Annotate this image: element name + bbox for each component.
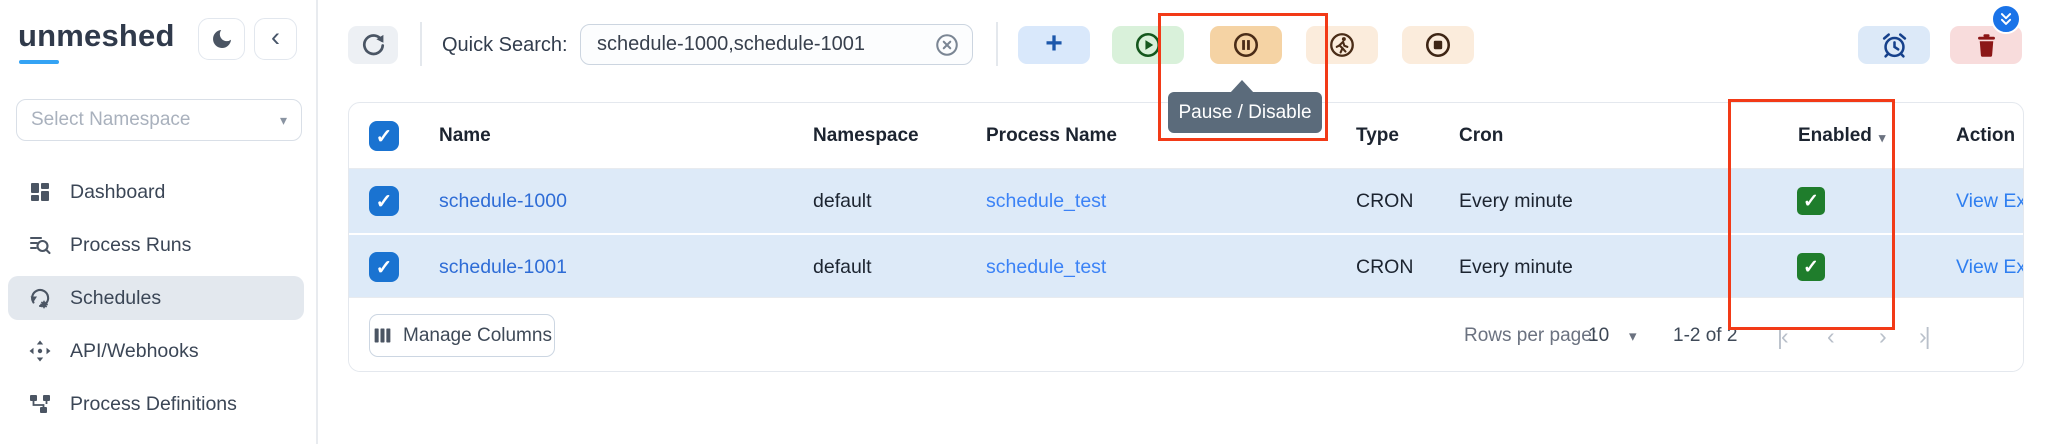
schedules-icon bbox=[28, 286, 52, 310]
row-checkbox[interactable]: ✓ bbox=[369, 235, 399, 299]
pagination-prev-icon[interactable]: ‹ bbox=[1827, 298, 1833, 372]
refresh-button[interactable] bbox=[348, 26, 398, 64]
namespace-placeholder: Select Namespace bbox=[31, 109, 280, 131]
check-icon: ✓ bbox=[376, 124, 393, 149]
create-schedule-button[interactable]: + bbox=[1018, 26, 1090, 64]
play-circle-icon bbox=[1134, 31, 1162, 59]
process-name-link[interactable]: schedule_test bbox=[986, 169, 1106, 233]
pause-disable-button[interactable] bbox=[1210, 26, 1282, 64]
tooltip-text: Pause / Disable bbox=[1178, 102, 1311, 124]
table-row[interactable]: ✓ schedule-1000 default schedule_test CR… bbox=[349, 169, 2023, 233]
row-checkbox[interactable]: ✓ bbox=[369, 169, 399, 233]
quick-search-input[interactable] bbox=[581, 33, 934, 56]
sidebar-item-process-runs[interactable]: Process Runs bbox=[8, 223, 304, 267]
enabled-checkbox[interactable]: ✓ bbox=[1797, 169, 1825, 233]
clear-circle-icon[interactable] bbox=[934, 32, 960, 58]
column-header-namespace[interactable]: Namespace bbox=[813, 103, 919, 169]
tooltip-arrow bbox=[1230, 80, 1254, 93]
sidebar: unmeshed ‹ Select Namespace ▾ Dashboard bbox=[0, 0, 318, 444]
select-all-checkbox[interactable]: ✓ bbox=[369, 103, 399, 169]
sidebar-item-label: Schedules bbox=[70, 287, 161, 310]
alarm-clock-icon bbox=[1880, 31, 1909, 60]
sidebar-item-api-webhooks[interactable]: API/Webhooks bbox=[8, 329, 304, 373]
process-definitions-icon bbox=[28, 392, 52, 416]
namespace-select[interactable]: Select Namespace ▾ bbox=[16, 99, 302, 141]
double-chevron-down-icon bbox=[1997, 10, 2015, 28]
scroll-notice-badge[interactable] bbox=[1991, 4, 2021, 34]
run-button[interactable] bbox=[1112, 26, 1184, 64]
logo-underline bbox=[19, 60, 59, 64]
pagination-next-icon[interactable]: › bbox=[1879, 298, 1885, 372]
process-name-link[interactable]: schedule_test bbox=[986, 235, 1106, 299]
sidebar-item-schedules[interactable]: Schedules bbox=[8, 276, 304, 320]
stop-button[interactable] bbox=[1402, 26, 1474, 64]
cron-cell: Every minute bbox=[1459, 169, 1573, 233]
pause-circle-icon bbox=[1232, 31, 1260, 59]
plus-icon: + bbox=[1045, 27, 1063, 61]
rows-per-page-select[interactable]: 10 bbox=[1588, 298, 1609, 372]
sidebar-item-dashboard[interactable]: Dashboard bbox=[8, 170, 304, 214]
schedule-name-link[interactable]: schedule-1001 bbox=[439, 235, 567, 299]
rows-per-page-label: Rows per page: bbox=[1464, 298, 1597, 372]
sidebar-item-label: API/Webhooks bbox=[70, 340, 199, 363]
resume-enable-button[interactable] bbox=[1306, 26, 1378, 64]
quick-search-label: Quick Search: bbox=[442, 34, 568, 57]
column-header-enabled[interactable]: Enabled ▾ bbox=[1798, 103, 1885, 169]
check-icon: ✓ bbox=[1803, 190, 1819, 213]
check-icon: ✓ bbox=[1803, 256, 1819, 279]
rows-per-page-caret-icon[interactable]: ▾ bbox=[1629, 298, 1637, 372]
chevron-down-icon: ▾ bbox=[280, 112, 287, 129]
schedule-timer-button[interactable] bbox=[1858, 26, 1930, 64]
refresh-icon bbox=[360, 32, 387, 59]
column-header-name[interactable]: Name bbox=[439, 103, 491, 169]
sidebar-collapse-button[interactable]: ‹ bbox=[254, 18, 297, 60]
check-icon: ✓ bbox=[376, 189, 393, 214]
column-header-process-name[interactable]: Process Name bbox=[986, 103, 1117, 169]
manage-columns-label: Manage Columns bbox=[403, 325, 552, 347]
stop-circle-icon bbox=[1424, 31, 1452, 59]
pause-disable-tooltip: Pause / Disable bbox=[1168, 92, 1322, 133]
column-header-action[interactable]: Action bbox=[1956, 103, 2024, 169]
dashboard-icon bbox=[28, 180, 52, 204]
sort-caret-icon: ▾ bbox=[1879, 127, 1886, 146]
sidebar-item-label: Dashboard bbox=[70, 181, 165, 204]
view-executions-link[interactable]: View Executions bbox=[1956, 169, 2024, 233]
view-executions-link[interactable]: View Executions bbox=[1956, 235, 2024, 299]
sidebar-item-label: Process Runs bbox=[70, 234, 191, 257]
api-webhooks-icon bbox=[28, 339, 52, 363]
column-header-type[interactable]: Type bbox=[1356, 103, 1399, 169]
column-header-enabled-label: Enabled bbox=[1798, 125, 1872, 147]
toolbar-divider bbox=[420, 22, 422, 66]
schedules-table: ✓ Name Namespace Process Name Type Cron … bbox=[348, 102, 2024, 372]
table-row[interactable]: ✓ schedule-1001 default schedule_test CR… bbox=[349, 233, 2023, 297]
app-logo: unmeshed bbox=[18, 18, 175, 54]
pagination-range-label: 1-2 of 2 bbox=[1673, 298, 1737, 372]
namespace-cell: default bbox=[813, 169, 872, 233]
moon-icon bbox=[210, 27, 234, 51]
column-header-cron[interactable]: Cron bbox=[1459, 103, 1503, 169]
chevron-left-icon: ‹ bbox=[271, 24, 280, 51]
sidebar-item-label: Process Definitions bbox=[70, 393, 237, 416]
quick-search-field bbox=[580, 24, 973, 65]
dark-mode-toggle[interactable] bbox=[198, 18, 245, 60]
columns-icon bbox=[372, 325, 393, 346]
schedules-page: unmeshed ‹ Select Namespace ▾ Dashboard bbox=[0, 0, 2048, 444]
pagination-first-icon[interactable]: |‹ bbox=[1777, 298, 1787, 372]
schedule-name-link[interactable]: schedule-1000 bbox=[439, 169, 567, 233]
enabled-checkbox[interactable]: ✓ bbox=[1797, 235, 1825, 299]
resume-person-circle-icon bbox=[1328, 31, 1356, 59]
manage-columns-button[interactable]: Manage Columns bbox=[369, 314, 555, 357]
type-cell: CRON bbox=[1356, 169, 1413, 233]
trash-icon bbox=[1973, 32, 2000, 59]
sidebar-item-process-definitions[interactable]: Process Definitions bbox=[8, 382, 304, 426]
namespace-cell: default bbox=[813, 235, 872, 299]
check-icon: ✓ bbox=[376, 255, 393, 280]
pagination-last-icon[interactable]: ›| bbox=[1919, 298, 1929, 372]
process-runs-icon bbox=[28, 233, 52, 257]
cron-cell: Every minute bbox=[1459, 235, 1573, 299]
toolbar-divider bbox=[996, 22, 998, 66]
type-cell: CRON bbox=[1356, 235, 1413, 299]
table-footer: Manage Columns Rows per page: 10 ▾ 1-2 o… bbox=[349, 297, 2023, 372]
